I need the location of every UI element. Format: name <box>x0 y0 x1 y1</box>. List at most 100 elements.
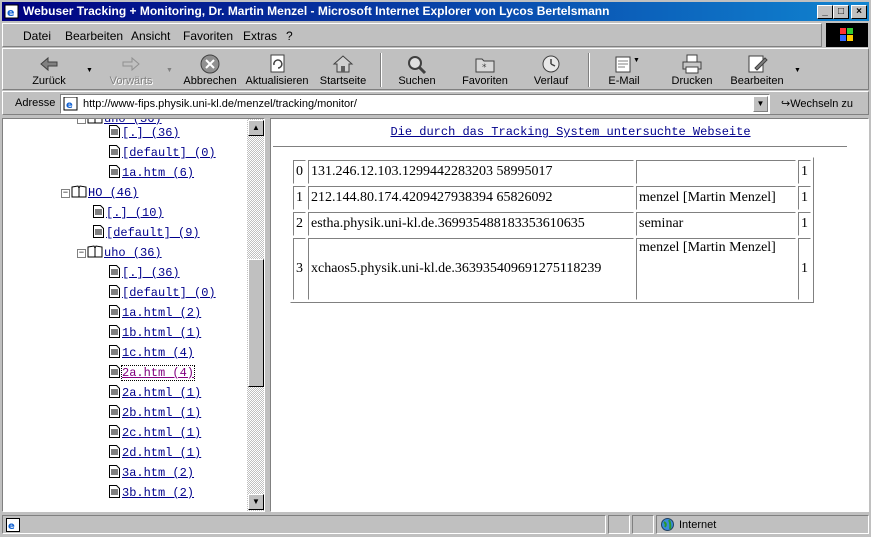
back-button[interactable]: Zurück <box>21 51 77 89</box>
home-button[interactable]: Startseite <box>315 51 371 89</box>
maximize-button[interactable]: □ <box>833 5 849 19</box>
tree-link[interactable]: 2a.html (1) <box>122 386 201 400</box>
page-icon: e <box>63 97 78 111</box>
tree-link[interactable]: 1c.htm (4) <box>122 346 194 360</box>
tree-link[interactable]: [default] (0) <box>122 146 216 160</box>
address-label: Adresse <box>15 97 56 109</box>
forward-arrow-icon <box>122 56 140 72</box>
menu-favoriten[interactable]: Favoriten <box>183 29 233 43</box>
tree-leaf[interactable]: 1c.htm (4) <box>109 345 194 365</box>
close-button[interactable]: × <box>851 5 867 19</box>
scroll-down-button[interactable]: ▼ <box>248 494 264 510</box>
search-icon <box>408 56 427 75</box>
tree-link[interactable]: 3a.htm (2) <box>122 466 194 480</box>
tree-link[interactable]: [.] (36) <box>122 266 180 280</box>
tree-node-ho[interactable]: − HO (46) <box>61 185 138 205</box>
refresh-button[interactable]: Aktualisieren <box>243 51 311 89</box>
status-text-panel: e <box>2 515 606 534</box>
tree-link[interactable]: 2c.html (1) <box>122 426 201 440</box>
history-label: Verlauf <box>533 75 569 87</box>
scroll-up-button[interactable]: ▲ <box>248 120 264 136</box>
tree-leaf[interactable]: [default] (0) <box>109 285 216 305</box>
svg-text:e: e <box>7 6 14 19</box>
status-progress-panel <box>608 515 630 534</box>
table-row: 2 estha.physik.uni-kl.de.369935488183353… <box>293 212 811 236</box>
collapse-icon[interactable]: − <box>61 189 70 198</box>
scroll-thumb[interactable] <box>248 259 264 387</box>
tree-scrollbar[interactable]: ▲ ▼ <box>247 119 264 511</box>
favorites-button[interactable]: * Favoriten <box>455 51 515 89</box>
cell-host: 212.144.80.174.4209427938394 65826092 <box>308 186 634 210</box>
address-dropdown-button[interactable]: ▼ <box>753 96 768 112</box>
menu-bar: Datei Bearbeiten Ansicht Favoriten Extra… <box>2 23 822 47</box>
edit-button[interactable]: Bearbeiten <box>727 51 787 89</box>
tree-link[interactable]: 2d.html (1) <box>122 446 201 460</box>
open-book-icon <box>71 185 87 198</box>
forward-label: Vorwärts <box>109 75 153 87</box>
stop-button[interactable]: Abbrechen <box>179 51 241 89</box>
print-button[interactable]: Drucken <box>665 51 719 89</box>
tree-link[interactable]: [default] (9) <box>106 226 200 240</box>
menu-help[interactable]: ? <box>286 29 293 43</box>
tree-leaf[interactable]: [.] (36) <box>109 125 180 145</box>
menu-extras[interactable]: Extras <box>243 29 277 43</box>
document-icon <box>109 365 120 378</box>
tree-leaf-active[interactable]: 2a.htm (4) <box>109 365 196 385</box>
favorites-folder-icon: * <box>475 58 495 73</box>
tree-link[interactable]: 3b.htm (2) <box>122 486 194 500</box>
cell-host: estha.physik.uni-kl.de.36993548818335361… <box>308 212 634 236</box>
tree-leaf[interactable]: 1b.html (1) <box>109 325 201 345</box>
back-arrow-icon <box>40 56 58 72</box>
tree-leaf[interactable]: [.] (10) <box>93 205 164 225</box>
search-button[interactable]: Suchen <box>391 51 443 89</box>
tree-leaf[interactable]: [.] (36) <box>109 265 180 285</box>
tree-leaf[interactable]: 3b.htm (2) <box>109 485 194 505</box>
mail-dropdown-icon[interactable]: ▼ <box>633 57 640 64</box>
heading-link[interactable]: Die durch das Tracking System untersucht… <box>390 125 750 139</box>
collapse-icon[interactable]: − <box>77 249 86 258</box>
tree-leaf[interactable]: 3a.htm (2) <box>109 465 194 485</box>
menu-ansicht[interactable]: Ansicht <box>131 29 170 43</box>
tree-link[interactable]: 1a.html (2) <box>122 306 201 320</box>
menu-bearbeiten[interactable]: Bearbeiten <box>65 29 123 43</box>
tree-leaf[interactable]: [default] (9) <box>93 225 200 245</box>
tree-link[interactable]: [.] (36) <box>122 126 180 140</box>
tree-link[interactable]: [default] (0) <box>122 286 216 300</box>
tree-frame: − uho (36) [.] (36) [default] (0) 1a.htm … <box>2 118 265 512</box>
stop-icon <box>200 54 220 74</box>
back-dropdown-icon[interactable]: ▼ <box>86 67 93 74</box>
tree-link[interactable]: HO (46) <box>88 186 138 200</box>
cell-host: 131.246.12.103.1299442283203 58995017 <box>308 160 634 184</box>
home-label: Startseite <box>319 75 367 87</box>
tree-node-uho[interactable]: − uho (36) <box>77 245 162 265</box>
go-button[interactable]: ↪Wechseln zu <box>781 97 853 110</box>
minimize-button[interactable]: _ <box>817 5 833 19</box>
tree-link[interactable]: 1b.html (1) <box>122 326 201 340</box>
table-row: 0 131.246.12.103.1299442283203 58995017 … <box>293 160 811 184</box>
tree-link-visited[interactable]: 2a.htm (4) <box>120 365 196 381</box>
window-title: Webuser Tracking + Monitoring, Dr. Marti… <box>23 4 610 18</box>
tree-leaf[interactable]: 1a.htm (6) <box>109 165 194 185</box>
address-url: http://www-fips.physik.uni-kl.de/menzel/… <box>83 98 357 110</box>
table-row: 3 xchaos5.physik.uni-kl.de.3639354096912… <box>293 238 811 300</box>
status-security-panel <box>632 515 654 534</box>
tree-leaf[interactable]: 2d.html (1) <box>109 445 201 465</box>
tree-leaf[interactable]: 2c.html (1) <box>109 425 201 445</box>
tree-link[interactable]: 2b.html (1) <box>122 406 201 420</box>
document-icon <box>109 285 120 298</box>
mail-button[interactable]: E-Mail <box>599 51 649 89</box>
tree-leaf[interactable]: [default] (0) <box>109 145 216 165</box>
tree-link[interactable]: [.] (10) <box>106 206 164 220</box>
tree-link[interactable]: uho (36) <box>104 246 162 260</box>
tree-leaf[interactable]: 2b.html (1) <box>109 405 201 425</box>
tree-leaf[interactable]: 1a.html (2) <box>109 305 201 325</box>
tree-link[interactable]: 1a.htm (6) <box>122 166 194 180</box>
tree-leaf[interactable]: 2a.html (1) <box>109 385 201 405</box>
document-icon <box>109 125 120 138</box>
history-button[interactable]: Verlauf <box>523 51 579 89</box>
address-input[interactable]: e http://www-fips.physik.uni-kl.de/menze… <box>60 94 770 114</box>
collapse-icon[interactable]: − <box>77 119 86 124</box>
edit-dropdown-icon[interactable]: ▼ <box>794 67 801 74</box>
search-label: Suchen <box>398 75 436 87</box>
menu-datei[interactable]: Datei <box>23 29 51 43</box>
